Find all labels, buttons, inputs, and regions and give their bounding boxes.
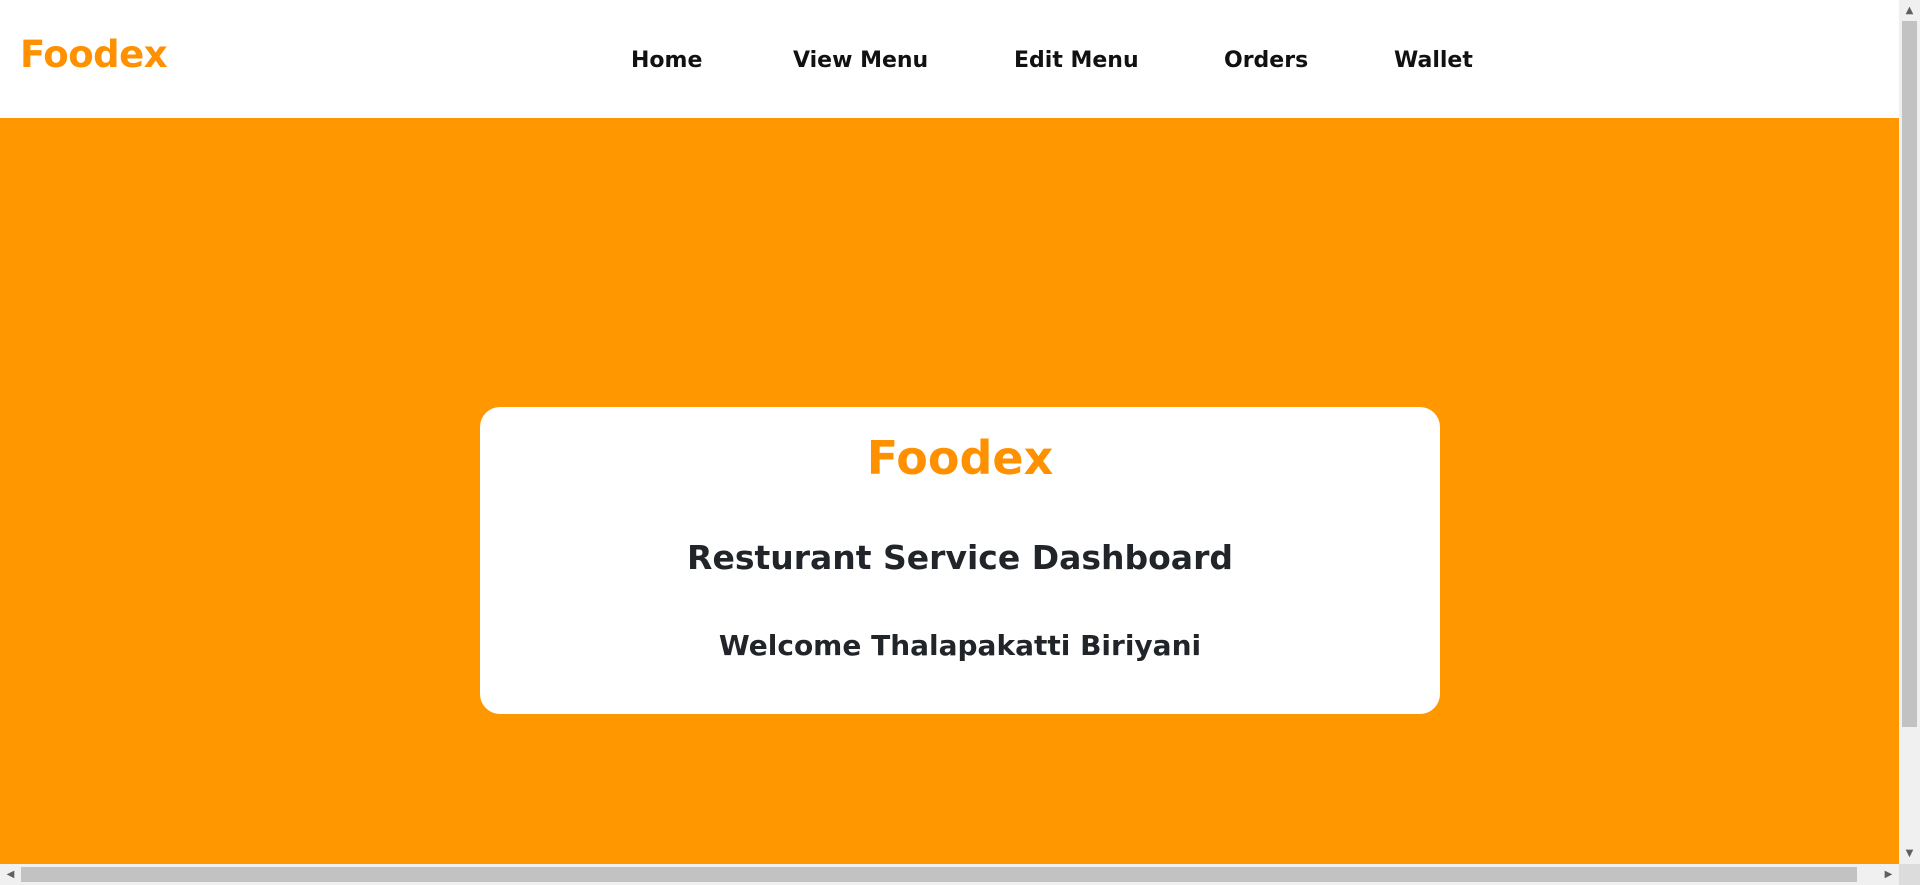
vertical-scroll-thumb[interactable]	[1902, 21, 1917, 727]
card-brand: Foodex	[866, 431, 1054, 485]
nav-item-home[interactable]: Home	[631, 48, 702, 73]
horizontal-scrollbar[interactable]: ◀ ▶	[0, 864, 1899, 885]
nav-item-orders[interactable]: Orders	[1224, 48, 1308, 73]
page-viewport: Foodex Home View Menu Edit Menu Orders W…	[0, 0, 1899, 864]
navbar: Foodex Home View Menu Edit Menu Orders W…	[0, 0, 1899, 118]
welcome-message: Welcome Thalapakatti Biriyani	[718, 629, 1202, 662]
nav-item-edit-menu[interactable]: Edit Menu	[1014, 48, 1139, 73]
nav-item-view-menu[interactable]: View Menu	[793, 48, 928, 73]
dashboard-card: Foodex Resturant Service Dashboard Welco…	[480, 407, 1440, 714]
hero-section: Foodex Resturant Service Dashboard Welco…	[0, 118, 1899, 864]
nav-item-wallet[interactable]: Wallet	[1394, 48, 1473, 73]
scroll-right-icon[interactable]: ▶	[1878, 864, 1899, 885]
scrollbar-corner	[1899, 864, 1920, 885]
scroll-up-icon[interactable]: ▲	[1899, 0, 1920, 21]
dashboard-title: Resturant Service Dashboard	[687, 538, 1233, 577]
scroll-down-icon[interactable]: ▼	[1899, 843, 1920, 864]
scroll-left-icon[interactable]: ◀	[0, 864, 21, 885]
vertical-scrollbar[interactable]: ▲ ▼	[1899, 0, 1920, 864]
horizontal-scroll-thumb[interactable]	[21, 867, 1857, 882]
nav-menu: Home View Menu Edit Menu Orders Wallet	[0, 48, 1899, 74]
